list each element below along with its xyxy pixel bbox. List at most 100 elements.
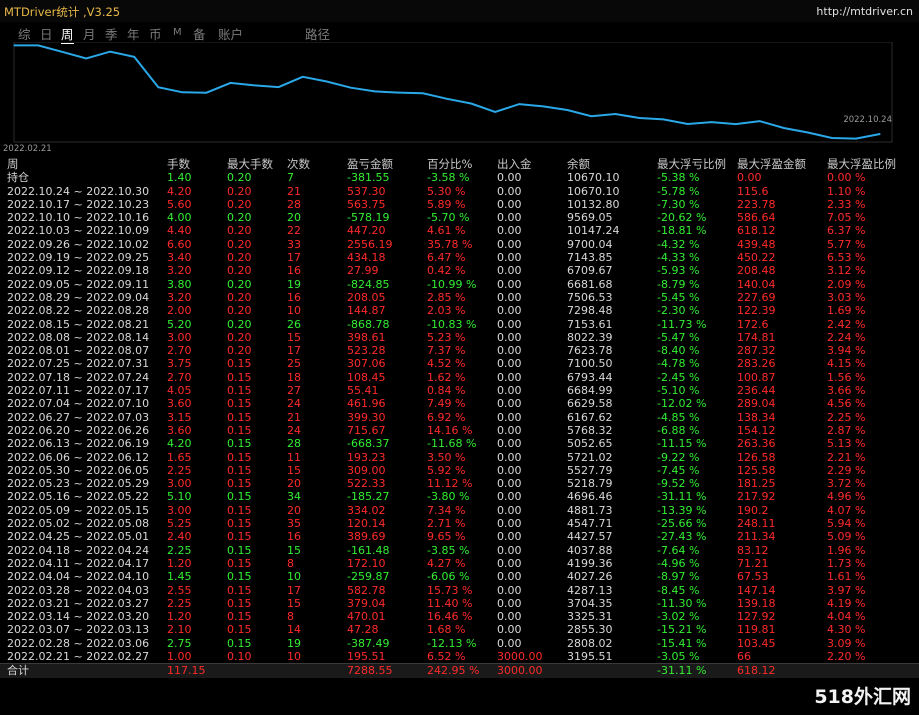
cell-lots: 1.65 <box>167 450 192 464</box>
tab-note[interactable]: 备 <box>193 24 206 43</box>
cell-deposit: 0.00 <box>497 596 522 610</box>
total-row[interactable]: 合计 117.15 7288.55 242.95 % 3000.00 -31.11 % 61… <box>0 663 919 678</box>
open-positions-row[interactable]: 持仓 1.40 0.20 7 -381.55 -3.58 % 0.00 10670.10 -5.… <box>0 171 919 184</box>
table-row[interactable]: 2022.05.16 ~ 2022.05.22 5.10 0.15 34 -185.27… <box>0 490 919 503</box>
cell-max-lots: 0.20 <box>227 237 252 251</box>
cell-balance: 6684.99 <box>567 384 613 398</box>
table-row[interactable]: 2022.08.22 ~ 2022.08.28 2.00 0.20 10 144.87 2… <box>0 304 919 317</box>
cell-max-float-profit-pct: 3.94 % <box>827 344 866 358</box>
cell-lots: 1.45 <box>167 570 192 584</box>
table-row[interactable]: 2022.03.14 ~ 2022.03.20 1.20 0.15 8 470.01 16… <box>0 610 919 623</box>
table-row[interactable]: 2022.08.15 ~ 2022.08.21 5.20 0.20 26 -868.78… <box>0 318 919 331</box>
tab-path[interactable]: 路径 <box>305 24 330 43</box>
table-row[interactable]: 2022.08.29 ~ 2022.09.04 3.20 0.20 16 208.05 2… <box>0 291 919 304</box>
cell-period: 2022.10.10 ~ 2022.10.16 <box>7 211 150 225</box>
tab-day[interactable]: 日 <box>40 24 53 43</box>
cell-max-float-profit: 289.04 <box>737 397 776 411</box>
table-row[interactable]: 2022.03.07 ~ 2022.03.13 2.10 0.15 14 47.28 1.… <box>0 623 919 636</box>
balance-point <box>831 137 833 139</box>
tab-month[interactable]: 月 <box>83 24 96 43</box>
cell-max-float-profit-pct: 0.00 % <box>827 171 866 185</box>
cell-deposit: 0.00 <box>497 171 522 185</box>
cell-period: 2022.08.08 ~ 2022.08.14 <box>7 330 150 344</box>
table-row[interactable]: 2022.06.20 ~ 2022.06.26 3.60 0.15 24 715.67 1… <box>0 424 919 437</box>
table-row[interactable]: 2022.07.11 ~ 2022.07.17 4.05 0.15 27 55.41 0.… <box>0 384 919 397</box>
cell-profit: -387.49 <box>347 636 390 650</box>
cell-max-float-profit: 263.36 <box>737 437 776 451</box>
table-row[interactable]: 2022.05.23 ~ 2022.05.29 3.00 0.15 20 522.33 1… <box>0 477 919 490</box>
col-header-count: 次数 <box>287 157 310 171</box>
cell-max-float-profit: 586.64 <box>737 211 776 225</box>
table-row[interactable]: 2022.07.25 ~ 2022.07.31 3.75 0.15 25 307.06 4… <box>0 357 919 370</box>
cell-max-float-profit-pct: 7.05 % <box>827 211 866 225</box>
cell-balance: 4037.88 <box>567 543 613 557</box>
table-row[interactable]: 2022.10.24 ~ 2022.10.30 4.20 0.20 21 537.30 5… <box>0 185 919 198</box>
table-row[interactable]: 2022.04.11 ~ 2022.04.17 1.20 0.15 8 172.10 4.… <box>0 557 919 570</box>
cell-period: 2022.08.15 ~ 2022.08.21 <box>7 317 150 331</box>
cell-profit: 193.23 <box>347 450 386 464</box>
cell-max-float-profit-pct: 3.03 % <box>827 290 866 304</box>
tab-summary[interactable]: 综 <box>18 24 31 43</box>
table-row[interactable]: 2022.06.06 ~ 2022.06.12 1.65 0.15 11 193.23 3… <box>0 451 919 464</box>
table-row[interactable]: 2022.09.05 ~ 2022.09.11 3.80 0.20 19 -824.85… <box>0 278 919 291</box>
table-row[interactable]: 2022.02.21 ~ 2022.02.27 1.00 0.10 10 195.51 6… <box>0 650 919 663</box>
cell-profit: 307.06 <box>347 357 386 371</box>
table-row[interactable]: 2022.08.08 ~ 2022.08.14 3.00 0.20 15 398.61 5… <box>0 331 919 344</box>
cell-lots: 4.00 <box>167 211 192 225</box>
cell-period: 2022.06.27 ~ 2022.07.03 <box>7 410 150 424</box>
cell-balance: 4287.13 <box>567 583 613 597</box>
table-row[interactable]: 2022.10.03 ~ 2022.10.09 4.40 0.20 22 447.20 4… <box>0 224 919 237</box>
table-row[interactable]: 2022.06.13 ~ 2022.06.19 4.20 0.15 28 -668.37… <box>0 437 919 450</box>
table-row[interactable]: 2022.10.17 ~ 2022.10.23 5.60 0.20 28 563.75 5… <box>0 198 919 211</box>
cell-max-float-loss-pct: -8.45 % <box>657 583 700 597</box>
cell-profit: -868.78 <box>347 317 390 331</box>
cell-lots: 5.20 <box>167 317 192 331</box>
cell-percent: 1.68 % <box>427 623 466 637</box>
tab-quarter[interactable]: 季 <box>105 24 118 43</box>
table-row[interactable]: 2022.09.26 ~ 2022.10.02 6.60 0.20 33 2556.19… <box>0 238 919 251</box>
cell-max-float-loss-pct: -7.45 % <box>657 463 700 477</box>
cell-lots: 3.60 <box>167 397 192 411</box>
cell-count: 27 <box>287 384 301 398</box>
tab-year[interactable]: 年 <box>127 24 140 43</box>
cell-profit: 55.41 <box>347 384 379 398</box>
period-tabs: 综日周月季年币 M 备账户 路径 <box>0 22 919 44</box>
app-url-link[interactable]: http://mtdriver.cn <box>816 5 913 18</box>
table-row[interactable]: 2022.10.10 ~ 2022.10.16 4.00 0.20 20 -578.19… <box>0 211 919 224</box>
table-row[interactable]: 2022.04.18 ~ 2022.04.24 2.25 0.15 15 -161.48… <box>0 544 919 557</box>
cell-max-float-profit: 190.2 <box>737 503 769 517</box>
cell-deposit: 0.00 <box>497 290 522 304</box>
table-row[interactable]: 2022.05.09 ~ 2022.05.15 3.00 0.15 20 334.02 7… <box>0 504 919 517</box>
cell-max-float-profit-pct: 5.94 % <box>827 517 866 531</box>
tab-currency[interactable]: 币 <box>149 24 162 43</box>
table-row[interactable]: 2022.04.04 ~ 2022.04.10 1.45 0.15 10 -259.87… <box>0 570 919 583</box>
cell-deposit: 0.00 <box>497 517 522 531</box>
table-row[interactable]: 2022.07.18 ~ 2022.07.24 2.70 0.15 18 108.45 1… <box>0 371 919 384</box>
tab-week[interactable]: 周 <box>61 24 74 44</box>
table-row[interactable]: 2022.06.27 ~ 2022.07.03 3.15 0.15 21 399.30 6… <box>0 411 919 424</box>
balance-point <box>61 51 63 53</box>
table-row[interactable]: 2022.05.02 ~ 2022.05.08 5.25 0.15 35 120.14 2… <box>0 517 919 530</box>
cell-profit: -824.85 <box>347 277 390 291</box>
cell-max-float-loss-pct: -6.88 % <box>657 423 700 437</box>
cell-period: 2022.05.02 ~ 2022.05.08 <box>7 517 150 531</box>
cell-percent: 11.12 % <box>427 477 473 491</box>
cell-max-float-profit: 618.12 <box>737 664 776 678</box>
table-row[interactable]: 2022.07.04 ~ 2022.07.10 3.60 0.15 24 461.96 7… <box>0 397 919 410</box>
tab-account[interactable]: 账户 <box>218 24 243 43</box>
table-row[interactable]: 2022.05.30 ~ 2022.06.05 2.25 0.15 15 309.00 5… <box>0 464 919 477</box>
cell-max-float-profit-pct: 4.56 % <box>827 397 866 411</box>
table-row[interactable]: 2022.02.28 ~ 2022.03.06 2.75 0.15 19 -387.49… <box>0 637 919 650</box>
table-row[interactable]: 2022.09.12 ~ 2022.09.18 3.20 0.20 16 27.99 0.… <box>0 264 919 277</box>
cell-max-float-profit: 154.12 <box>737 423 776 437</box>
cell-lots: 3.40 <box>167 251 192 265</box>
cell-count: 33 <box>287 237 301 251</box>
tab-magic[interactable]: M <box>173 27 182 38</box>
table-row[interactable]: 2022.03.28 ~ 2022.04.03 2.55 0.15 17 582.78 1… <box>0 584 919 597</box>
table-row[interactable]: 2022.08.01 ~ 2022.08.07 2.70 0.20 17 523.28 7… <box>0 344 919 357</box>
cell-max-float-profit-pct: 2.87 % <box>827 423 866 437</box>
table-row[interactable]: 2022.09.19 ~ 2022.09.25 3.40 0.20 17 434.18 6… <box>0 251 919 264</box>
table-row[interactable]: 2022.04.25 ~ 2022.05.01 2.40 0.15 16 389.69 9… <box>0 530 919 543</box>
cell-max-float-profit-pct: 1.69 % <box>827 304 866 318</box>
table-row[interactable]: 2022.03.21 ~ 2022.03.27 2.25 0.15 15 379.04 1… <box>0 597 919 610</box>
